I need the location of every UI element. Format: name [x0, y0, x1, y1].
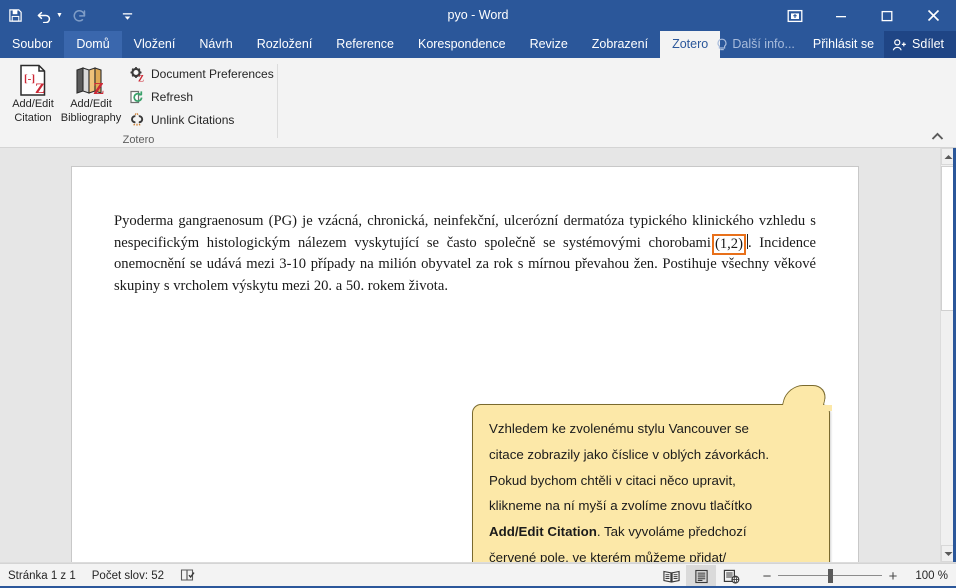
zoom-slider-track[interactable] [778, 565, 882, 587]
word-application-window: pyo - Word ▼ Soubor Domů Vložení Návrh R… [0, 0, 956, 588]
sign-in-button[interactable]: Přihlásit se [803, 31, 884, 58]
add-edit-citation-button[interactable]: [-] Z Add/Edit Citation [4, 60, 62, 132]
document-paragraph: Pyoderma gangraenosum (PG) je vzácná, ch… [114, 211, 816, 297]
annotation-callout-text: Vzhledem ke zvolenému stylu Vancouver se… [473, 405, 829, 562]
tab-domu[interactable]: Domů [64, 31, 122, 58]
tab-rozlozeni[interactable]: Rozložení [245, 31, 325, 58]
share-label: Sdílet [912, 37, 944, 51]
minimize-button[interactable] [818, 0, 864, 31]
callout-line-5: Add/Edit Citation. Tak vyvoláme předchoz… [489, 519, 813, 545]
callout-bold-command: Add/Edit Citation [489, 524, 597, 540]
document-preferences-button[interactable]: Z Document Preferences [126, 62, 276, 85]
zoom-out-button[interactable]: − [756, 565, 778, 587]
ribbon-tab-strip: Soubor Domů Vložení Návrh Rozložení Refe… [0, 31, 956, 58]
page-indicator[interactable]: Stránka 1 z 1 [8, 570, 76, 582]
add-edit-citation-label-2: Citation [14, 112, 52, 124]
callout-line-6: červené pole, ve kterém můžeme přidat/ [489, 549, 727, 562]
save-icon[interactable] [0, 3, 30, 29]
svg-text:[-]: [-] [24, 73, 35, 85]
zotero-group-label: Zotero [122, 134, 155, 146]
refresh-icon [128, 88, 145, 105]
tab-revize[interactable]: Revize [518, 31, 580, 58]
ribbon-group-separator [277, 64, 278, 138]
refresh-button[interactable]: Refresh [126, 85, 276, 108]
broken-link-icon [128, 111, 145, 128]
tell-me-box[interactable]: Další info... [712, 31, 803, 58]
tab-reference[interactable]: Reference [324, 31, 406, 58]
callout-tail-cover [778, 405, 832, 411]
callout-line-4: klikneme na ní myší a zvolíme znovu tlač… [489, 498, 753, 514]
tab-korespondence[interactable]: Korespondence [406, 31, 518, 58]
tab-soubor[interactable]: Soubor [0, 31, 64, 58]
unlink-citations-label: Unlink Citations [151, 112, 235, 127]
add-edit-bibliography-label-2: Bibliography [60, 112, 122, 124]
unlink-citations-button[interactable]: Unlink Citations [126, 108, 276, 131]
maximize-button[interactable] [864, 0, 910, 31]
status-bar-right: − + 100 % [656, 563, 948, 588]
zoom-in-button[interactable]: + [882, 565, 904, 587]
web-layout-button[interactable] [716, 565, 746, 587]
gear-z-icon: Z [128, 65, 145, 82]
refresh-label: Refresh [151, 89, 194, 104]
tell-me-label: Další info... [732, 37, 795, 51]
ribbon-display-options-icon[interactable] [772, 0, 818, 31]
zoom-control: − + 100 % [756, 565, 948, 587]
tab-navrh[interactable]: Návrh [187, 31, 244, 58]
citation-text: (1,2) [714, 235, 743, 252]
add-edit-bibliography-button[interactable]: Z Add/Edit Bibliography [60, 60, 122, 132]
ribbon-body: [-] Z Add/Edit Citation Z Add/Edit Bibli… [0, 58, 956, 148]
add-edit-citation-label-1: Add/Edit [12, 98, 54, 110]
callout-line-2: citace zobrazily jako číslice v oblých z… [489, 446, 770, 462]
share-person-icon [892, 38, 906, 51]
quick-access-toolbar: ▼ [0, 0, 143, 31]
print-layout-button[interactable] [686, 565, 716, 587]
zotero-ribbon-group: [-] Z Add/Edit Citation Z Add/Edit Bibli… [0, 58, 278, 148]
ribbon-tabs: Soubor Domů Vložení Návrh Rozložení Refe… [0, 31, 721, 58]
window-controls [772, 0, 956, 31]
document-body-text[interactable]: Pyoderma gangraenosum (PG) je vzácná, ch… [114, 211, 816, 297]
proofing-status-icon[interactable] [180, 568, 196, 585]
paragraph-text-before-citation: Pyoderma gangraenosum (PG) je vzácná, ch… [114, 213, 816, 251]
lightbulb-icon [717, 38, 727, 50]
close-button[interactable] [910, 0, 956, 31]
document-citation-icon: [-] Z [17, 60, 49, 98]
read-mode-button[interactable] [656, 565, 686, 587]
redo-icon [65, 3, 95, 29]
citation-field-highlighted[interactable]: (1,2) [711, 233, 746, 255]
title-bar: pyo - Word ▼ [0, 0, 956, 31]
tab-zotero[interactable]: Zotero [660, 31, 721, 58]
document-preferences-label: Document Preferences [151, 66, 274, 81]
callout-line-3: Pokud bychom chtěli v citaci něco upravi… [489, 472, 736, 488]
undo-dropdown-icon[interactable]: ▼ [56, 12, 63, 19]
svg-text:Z: Z [35, 81, 45, 97]
zotero-small-commands: Z Document Preferences Refresh Unlink Ci… [126, 62, 276, 131]
collapse-ribbon-icon[interactable] [928, 128, 946, 144]
status-bar-left: Stránka 1 z 1 Počet slov: 52 [8, 563, 196, 588]
annotation-callout: Vzhledem ke zvolenému stylu Vancouver se… [472, 385, 832, 562]
document-canvas[interactable]: Pyoderma gangraenosum (PG) je vzácná, ch… [0, 148, 940, 562]
zoom-slider-thumb[interactable] [828, 569, 833, 583]
zoom-percentage-label[interactable]: 100 % [904, 570, 948, 582]
customize-qat-icon[interactable] [113, 3, 143, 29]
callout-line-1: Vzhledem ke zvolenému stylu Vancouver se [489, 421, 749, 436]
svg-text:Z: Z [138, 73, 144, 82]
callout-line-5-rest: . Tak vyvoláme předchozí [596, 524, 747, 540]
svg-text:Z: Z [93, 79, 104, 98]
tab-zobrazeni[interactable]: Zobrazení [580, 31, 660, 58]
word-count-indicator[interactable]: Počet slov: 52 [92, 570, 164, 582]
share-button[interactable]: Sdílet [884, 31, 956, 58]
status-bar: Stránka 1 z 1 Počet slov: 52 − + 100 % [0, 562, 956, 588]
tab-vlozeni[interactable]: Vložení [122, 31, 188, 58]
add-edit-bibliography-label-1: Add/Edit [70, 98, 112, 110]
ribbon-right-actions: Další info... Přihlásit se Sdílet [712, 31, 956, 58]
books-bibliography-icon: Z [74, 60, 108, 98]
